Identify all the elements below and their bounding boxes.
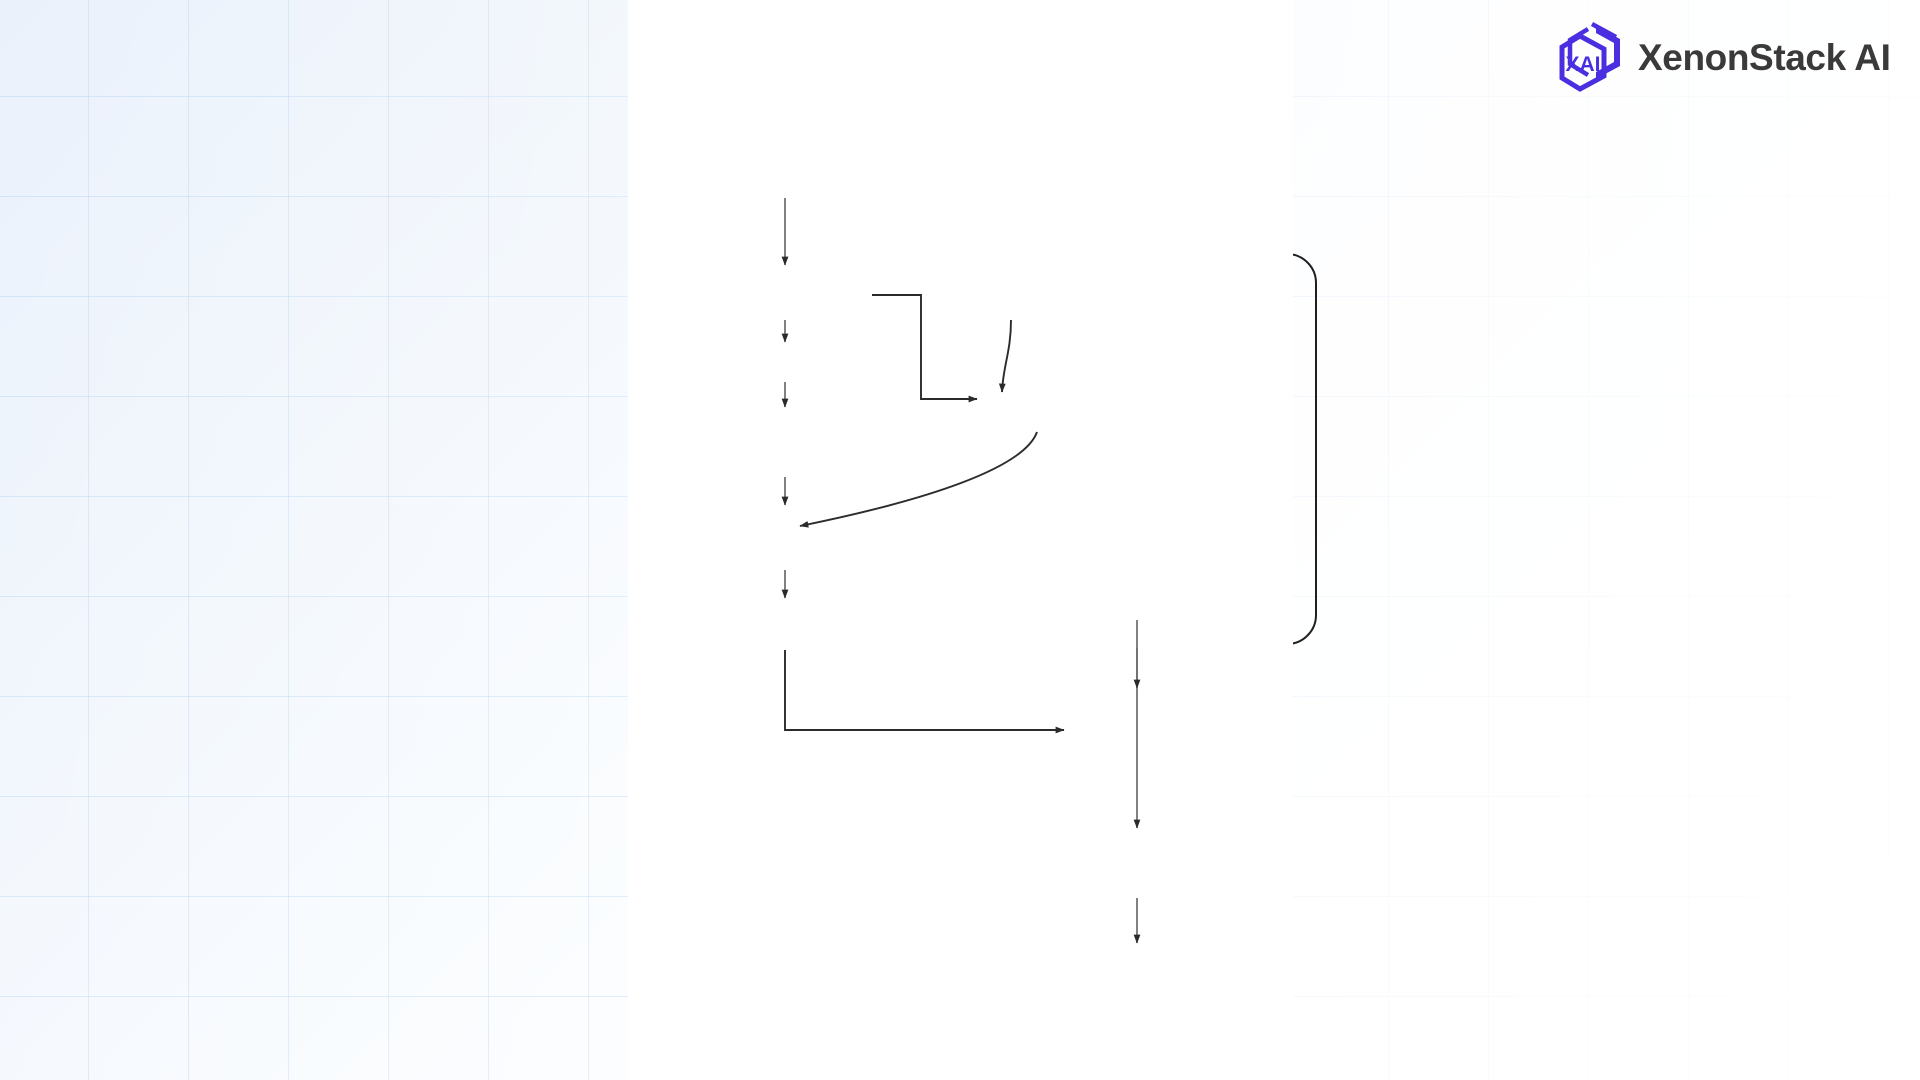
- brand-logo: XAI XenonStack AI: [1558, 22, 1891, 94]
- flow-connectors: [628, 0, 1293, 1080]
- svg-text:XAI: XAI: [1565, 53, 1600, 76]
- xai-hexagon-logo-icon: XAI: [1558, 22, 1626, 94]
- brand-wordmark: XenonStack AI: [1638, 37, 1891, 79]
